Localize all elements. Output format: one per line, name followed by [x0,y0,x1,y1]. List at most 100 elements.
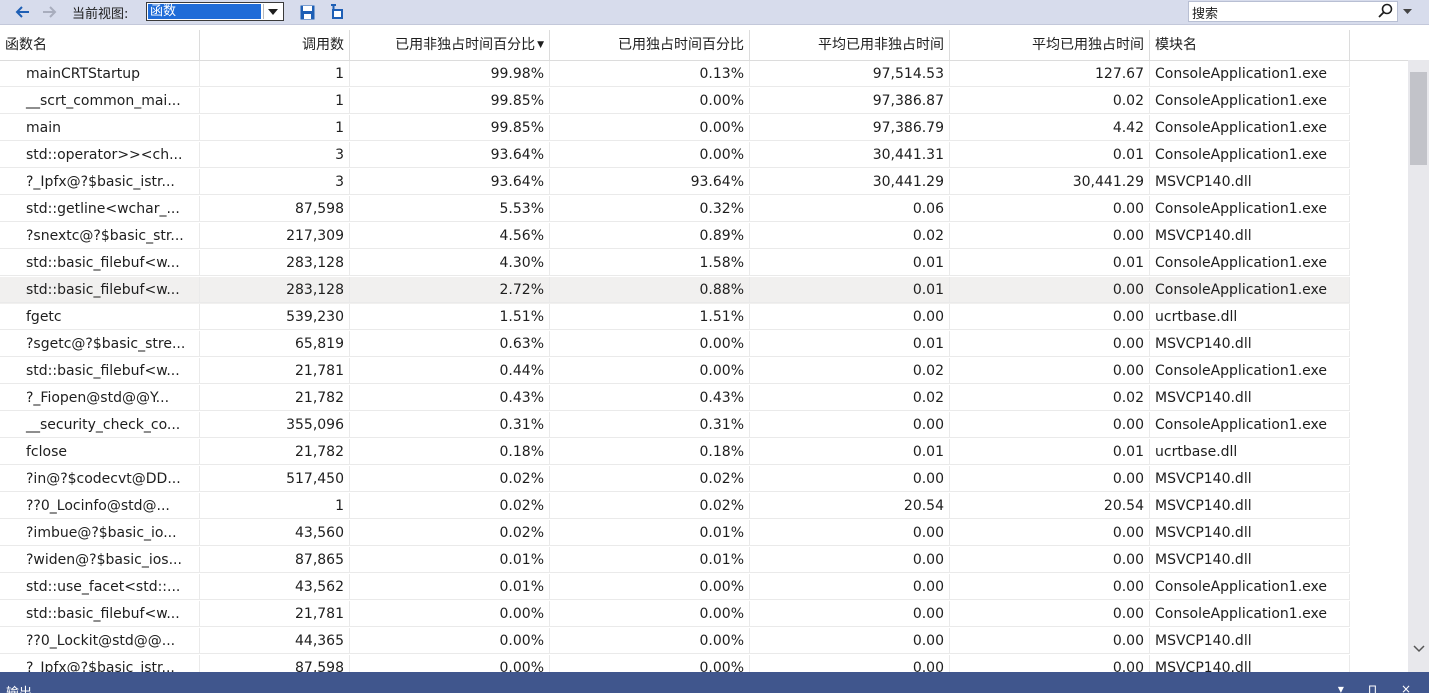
table-row[interactable]: std::basic_filebuf<w... 283,128 2.72% 0.88%… [0,277,1350,304]
cell-module-name: MSVCP140.dll [1150,466,1350,492]
table-row[interactable]: ?snextc@?$basic_str... 217,309 4.56% 0.89% 0… [0,223,1350,250]
cell-exclusive-percent: 0.13% [550,61,750,87]
cell-avg-exclusive: 0.00 [950,466,1150,492]
arrow-right-icon [43,6,57,18]
cell-avg-inclusive: 0.01 [750,250,950,276]
back-button[interactable] [10,1,34,23]
table-row[interactable]: fclose 21,782 0.18% 0.18% 0.01 0.01 ucrtbase.d… [0,439,1350,466]
cell-avg-exclusive: 0.00 [950,520,1150,546]
cell-function-name: std::use_facet<std::... [0,574,200,600]
arrow-left-icon [15,6,29,18]
cell-inclusive-percent: 1.51% [350,304,550,330]
cell-avg-exclusive: 0.00 [950,655,1150,672]
cell-avg-inclusive: 0.01 [750,439,950,465]
view-dropdown[interactable]: 函数 [146,2,284,21]
search-icon[interactable] [1377,3,1393,23]
cell-inclusive-percent: 0.43% [350,385,550,411]
table-row[interactable]: ??0_Lockit@std@@... 44,365 0.00% 0.00% 0.00 0… [0,628,1350,655]
scrollbar-thumb[interactable] [1410,72,1427,165]
cell-exclusive-percent: 0.00% [550,331,750,357]
chevron-down-icon [1402,9,1412,14]
cell-call-count: 355,096 [200,412,350,438]
column-header-avg-inclusive[interactable]: 平均已用非独占时间 [750,30,950,60]
scroll-down-button[interactable] [1408,640,1429,658]
cell-avg-inclusive: 0.01 [750,331,950,357]
cell-avg-inclusive: 30,441.29 [750,169,950,195]
cell-exclusive-percent: 0.01% [550,547,750,573]
cell-module-name: ConsoleApplication1.exe [1150,61,1350,87]
table-row[interactable]: main 1 99.85% 0.00% 97,386.79 4.42 ConsoleAppl… [0,115,1350,142]
cell-exclusive-percent: 1.51% [550,304,750,330]
cell-module-name: ConsoleApplication1.exe [1150,142,1350,168]
cell-module-name: ConsoleApplication1.exe [1150,574,1350,600]
cell-function-name: fclose [0,439,200,465]
column-header-function-name[interactable]: 函数名 [0,30,200,60]
column-header-module-name[interactable]: 模块名 [1150,30,1350,60]
cell-exclusive-percent: 0.32% [550,196,750,222]
table-row[interactable]: ??0_Locinfo@std@... 1 0.02% 0.02% 20.54 20.54… [0,493,1350,520]
cell-inclusive-percent: 99.85% [350,88,550,114]
table-row[interactable]: ?_Ipfx@?$basic_istr... 87,598 0.00% 0.00% 0.… [0,655,1350,672]
cell-module-name: ucrtbase.dll [1150,304,1350,330]
column-header-call-count[interactable]: 调用数 [200,30,350,60]
cell-call-count: 3 [200,169,350,195]
cell-call-count: 65,819 [200,331,350,357]
table-row[interactable]: ?sgetc@?$basic_stre... 65,819 0.63% 0.00% 0.… [0,331,1350,358]
output-panel-controls[interactable]: ▾ ⊓ × [1338,682,1421,693]
table-row[interactable]: std::use_facet<std::... 43,562 0.01% 0.00% 0… [0,574,1350,601]
cell-exclusive-percent: 0.00% [550,601,750,627]
table-row[interactable]: ?_Fiopen@std@@Y... 21,782 0.43% 0.43% 0.02 0.… [0,385,1350,412]
search-options-dropdown[interactable] [1400,2,1414,21]
cell-module-name: ConsoleApplication1.exe [1150,601,1350,627]
table-row[interactable]: ?in@?$codecvt@DD... 517,450 0.02% 0.02% 0.00… [0,466,1350,493]
search-input[interactable]: 搜索 [1188,1,1398,22]
cell-exclusive-percent: 0.02% [550,466,750,492]
table-row[interactable]: std::basic_filebuf<w... 21,781 0.44% 0.00% 0… [0,358,1350,385]
chevron-down-icon[interactable] [263,4,282,19]
cell-function-name: ?_Ipfx@?$basic_istr... [0,169,200,195]
cell-avg-exclusive: 127.67 [950,61,1150,87]
table-row[interactable]: ?_Ipfx@?$basic_istr... 3 93.64% 93.64% 30,44… [0,169,1350,196]
cell-call-count: 283,128 [200,277,350,303]
cell-inclusive-percent: 0.02% [350,466,550,492]
cell-inclusive-percent: 0.00% [350,655,550,672]
column-header-inclusive-percent[interactable]: 已用非独占时间百分比 ▼ [350,30,550,60]
table-row[interactable]: std::operator>><ch... 3 93.64% 0.00% 30,441.… [0,142,1350,169]
output-panel-title[interactable]: 输出 [6,682,32,693]
cell-module-name: ConsoleApplication1.exe [1150,277,1350,303]
cell-module-name: MSVCP140.dll [1150,628,1350,654]
cell-inclusive-percent: 0.02% [350,493,550,519]
table-row[interactable]: fgetc 539,230 1.51% 1.51% 0.00 0.00 ucrtbase.d… [0,304,1350,331]
table-row[interactable]: ?widen@?$basic_ios... 87,865 0.01% 0.01% 0.0… [0,547,1350,574]
export-button[interactable] [326,1,348,23]
cell-avg-exclusive: 4.42 [950,115,1150,141]
table-row[interactable]: std::getline<wchar_... 87,598 5.53% 0.32% 0.… [0,196,1350,223]
table-row[interactable]: std::basic_filebuf<w... 283,128 4.30% 1.58%… [0,250,1350,277]
cell-call-count: 87,598 [200,655,350,672]
table-row[interactable]: mainCRTStartup 1 99.98% 0.13% 97,514.53 127.6… [0,61,1350,88]
table-row[interactable]: __scrt_common_mai... 1 99.85% 0.00% 97,386.8… [0,88,1350,115]
save-button[interactable] [296,1,318,23]
chevron-down-icon [1412,645,1425,653]
cell-module-name: MSVCP140.dll [1150,547,1350,573]
cell-avg-exclusive: 30,441.29 [950,169,1150,195]
column-header-exclusive-percent[interactable]: 已用独占时间百分比 [550,30,750,60]
cell-avg-exclusive: 0.00 [950,331,1150,357]
table-row[interactable]: __security_check_co... 355,096 0.31% 0.31% 0… [0,412,1350,439]
table-row[interactable]: std::basic_filebuf<w... 21,781 0.00% 0.00% 0… [0,601,1350,628]
cell-call-count: 1 [200,88,350,114]
vertical-scrollbar[interactable] [1408,60,1429,672]
cell-inclusive-percent: 99.85% [350,115,550,141]
table-row[interactable]: ?imbue@?$basic_io... 43,560 0.02% 0.01% 0.00… [0,520,1350,547]
cell-avg-inclusive: 0.02 [750,385,950,411]
cell-function-name: ?_Fiopen@std@@Y... [0,385,200,411]
cell-call-count: 21,781 [200,601,350,627]
column-header-avg-exclusive[interactable]: 平均已用独占时间 [950,30,1150,60]
cell-avg-exclusive: 0.00 [950,628,1150,654]
forward-button[interactable] [38,1,62,23]
cell-avg-exclusive: 0.00 [950,277,1150,303]
cell-call-count: 43,562 [200,574,350,600]
cell-inclusive-percent: 99.98% [350,61,550,87]
cell-exclusive-percent: 0.00% [550,88,750,114]
cell-module-name: MSVCP140.dll [1150,655,1350,672]
